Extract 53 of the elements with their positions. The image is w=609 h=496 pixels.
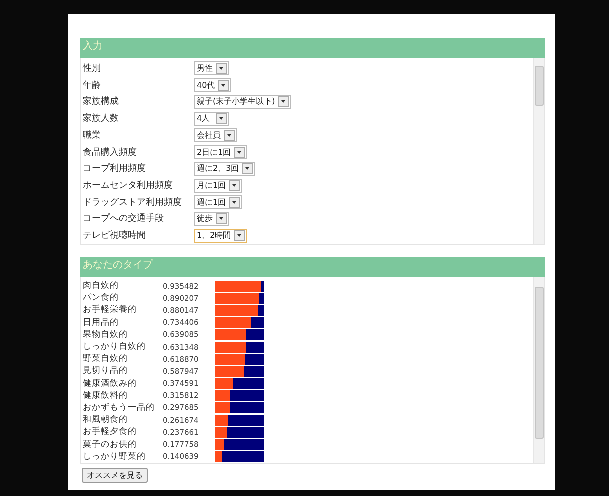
dropdown[interactable]: 1、2時間	[194, 228, 248, 243]
dropdown[interactable]: 4人	[194, 112, 229, 126]
scrollbar[interactable]	[533, 58, 544, 244]
field-label: 食品購入頻度	[83, 146, 138, 159]
dropdown[interactable]: 月に1回	[194, 178, 242, 192]
dropdown[interactable]: 週に2、3回	[194, 162, 256, 176]
dropdown[interactable]: 親子(末子小学生以下)	[194, 94, 292, 109]
type-name: お手軽夕食的	[83, 426, 138, 438]
caret-icon	[229, 196, 240, 208]
field-label: ホームセンタ利用頻度	[83, 180, 174, 192]
caret-icon	[216, 113, 227, 124]
field-label: 性別	[83, 62, 102, 75]
type-name: 菓子のお供的	[83, 438, 138, 451]
field-label: コープ利用頻度	[83, 162, 147, 176]
caret-icon	[278, 96, 290, 108]
type-name: 果物自炊的	[83, 328, 129, 341]
dropdown[interactable]: 会社員	[194, 128, 237, 142]
field-label: コープへの交通手段	[83, 212, 165, 226]
caret-icon	[218, 80, 230, 91]
field-label: 家族人数	[83, 112, 120, 126]
field-label: ドラッグストア利用頻度	[83, 196, 183, 209]
type-name: パン食的	[83, 292, 120, 304]
type-name: おかずもう一品的	[83, 402, 156, 414]
dropdown[interactable]: 2日に1回	[194, 145, 248, 160]
section-header: 入力	[80, 38, 545, 58]
recommend-button[interactable]: オススメを見る	[82, 468, 148, 483]
scrollbar[interactable]	[533, 277, 544, 463]
caret-icon	[216, 213, 227, 224]
field-label: 職業	[83, 130, 102, 142]
type-name: 野菜自炊的	[83, 353, 129, 366]
caret-icon	[216, 62, 227, 74]
field-label: 年齢	[83, 80, 102, 92]
caret-icon	[229, 180, 240, 191]
type-name: 肉自炊的	[83, 280, 120, 292]
caret-icon	[234, 230, 246, 242]
type-name: 健康酒飲み的	[83, 378, 138, 390]
type-name: お手軽栄養的	[83, 304, 138, 316]
type-name: 見切り品的	[83, 365, 129, 378]
type-name: 健康飲料的	[83, 390, 129, 402]
type-name: しっかり野菜的	[83, 450, 147, 463]
type-name: しっかり自炊的	[83, 341, 147, 354]
type-name: 和風朝食的	[83, 414, 129, 426]
dropdown[interactable]: 徒歩	[194, 212, 229, 226]
section-header: あなたのタイプ	[80, 257, 545, 277]
caret-icon	[224, 130, 235, 141]
caret-icon	[242, 163, 254, 174]
field-label: 家族構成	[83, 96, 120, 108]
caret-icon	[234, 146, 246, 158]
dropdown[interactable]: 週に1回	[194, 195, 242, 210]
dropdown[interactable]: 40代	[194, 78, 232, 92]
dropdown[interactable]: 男性	[194, 61, 229, 76]
field-label: テレビ視聴時間	[83, 230, 147, 242]
type-name: 日用品的	[83, 316, 120, 329]
